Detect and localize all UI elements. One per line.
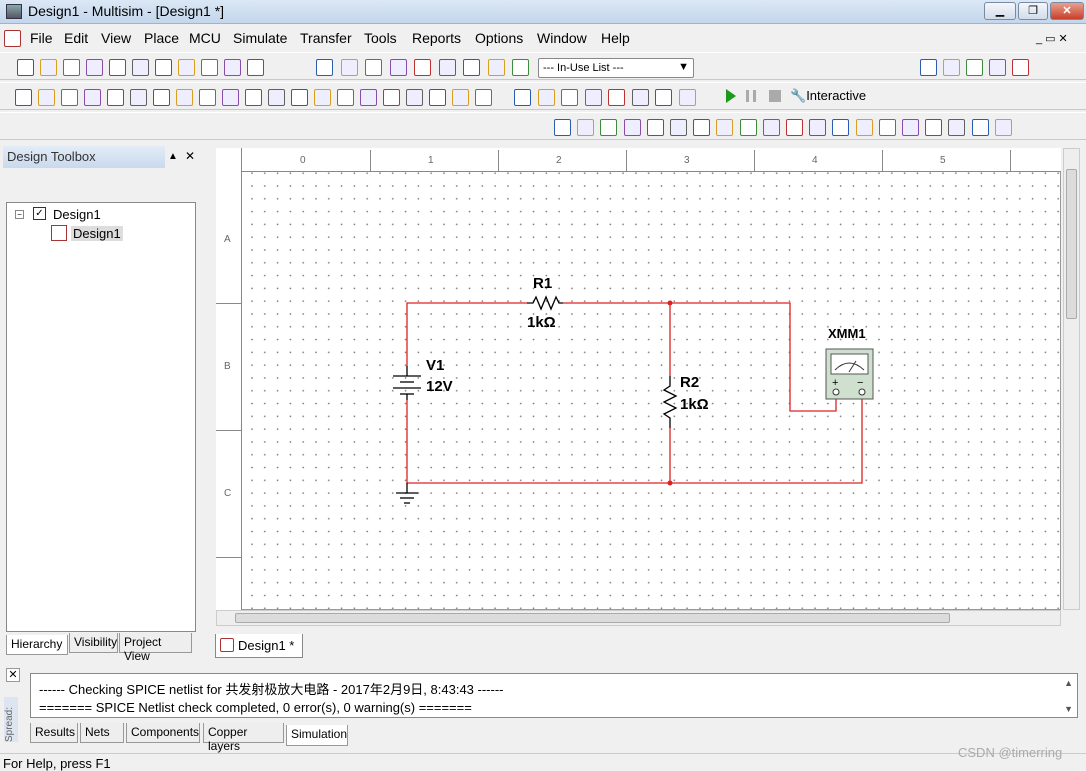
r2-value: 1kΩ <box>680 396 709 413</box>
status-bar: For Help, press F1 <box>0 753 1086 771</box>
wire-bottom[interactable] <box>406 395 863 484</box>
resistor-r2[interactable] <box>662 376 678 428</box>
output-line: ------ Checking SPICE netlist for 共发射极放大… <box>39 682 504 697</box>
r1-value: 1kΩ <box>527 314 556 331</box>
svg-text:−: − <box>857 377 863 389</box>
junction-dot <box>667 300 673 306</box>
vertical-scrollbar[interactable] <box>1063 148 1080 610</box>
schematic-icon <box>220 638 234 652</box>
output-close-button[interactable]: ✕ <box>6 668 20 682</box>
v1-value: 12V <box>426 378 453 395</box>
v1-label: V1 <box>426 357 445 374</box>
wire-top[interactable] <box>406 302 527 366</box>
scroll-thumb[interactable] <box>1066 169 1077 319</box>
r2-label: R2 <box>680 374 700 391</box>
ground-symbol[interactable] <box>396 483 418 504</box>
scroll-thumb[interactable] <box>235 613 950 623</box>
tab-components[interactable]: Components <box>126 723 200 743</box>
output-line: ======= SPICE Netlist check completed, 0… <box>39 700 472 715</box>
status-text: For Help, press F1 <box>3 756 111 771</box>
wire-r1-meter[interactable] <box>563 302 837 412</box>
watermark: CSDN @timerring <box>958 745 1063 760</box>
tab-copper-layers[interactable]: Copper layers <box>203 723 284 753</box>
battery-v1[interactable] <box>393 366 421 400</box>
circuit-schematic: + − <box>393 295 874 504</box>
tab-results[interactable]: Results <box>30 723 78 743</box>
multimeter-xmm1[interactable]: + − <box>825 348 874 400</box>
tab-label: Design1 * <box>238 638 295 653</box>
scroll-down-icon[interactable]: ▼ <box>1064 704 1073 714</box>
tab-simulation[interactable]: Simulation <box>286 725 348 746</box>
svg-text:+: + <box>832 377 838 389</box>
horizontal-scrollbar[interactable] <box>216 610 1061 626</box>
tab-design1[interactable]: Design1 * <box>215 634 303 658</box>
resistor-r1[interactable] <box>527 295 563 311</box>
spreadsheet-side-label: Spread: <box>4 697 18 742</box>
r1-label: R1 <box>533 275 553 292</box>
output-panel: ------ Checking SPICE netlist for 共发射极放大… <box>30 673 1078 718</box>
xmm1-label: XMM1 <box>828 326 866 341</box>
tab-nets[interactable]: Nets <box>80 723 124 743</box>
scroll-up-icon[interactable]: ▲ <box>1064 678 1073 688</box>
junction-dot <box>667 480 673 486</box>
